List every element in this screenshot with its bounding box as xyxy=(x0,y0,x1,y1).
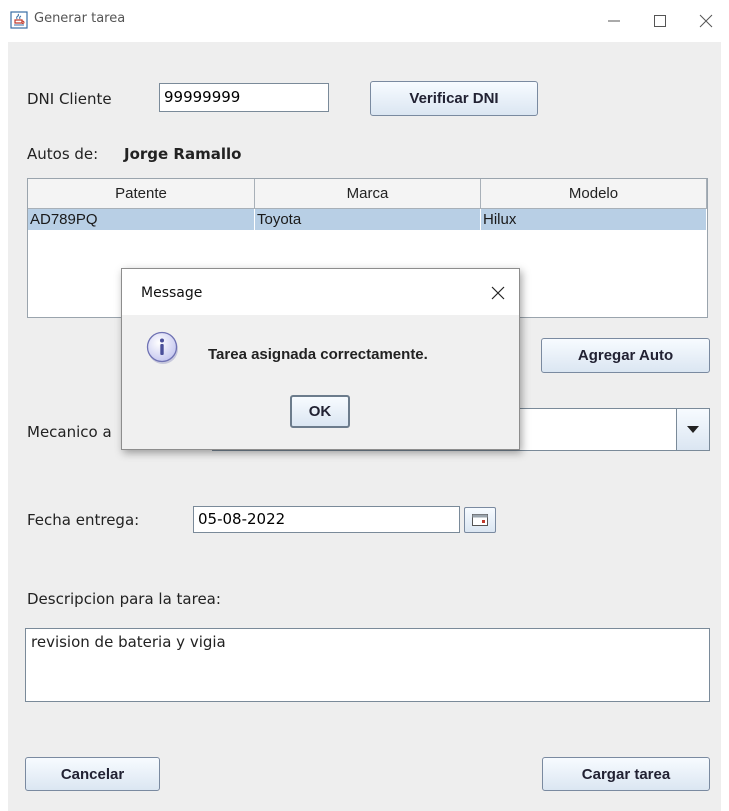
dialog-title: Message xyxy=(141,285,203,301)
close-icon xyxy=(699,14,713,28)
autos-label: Autos de: xyxy=(27,145,99,163)
column-header-modelo[interactable]: Modelo xyxy=(481,179,707,209)
close-icon xyxy=(491,286,505,300)
dialog-close-button[interactable] xyxy=(484,279,512,307)
message-dialog: Message Tarea asignada correctamente. OK xyxy=(121,268,520,450)
java-cup-icon xyxy=(10,11,28,29)
ok-button[interactable]: OK xyxy=(290,395,350,428)
minimize-icon xyxy=(608,20,620,22)
description-label: Descripcion para la tarea: xyxy=(27,590,221,608)
cell-modelo: Hilux xyxy=(481,209,707,230)
maximize-button[interactable] xyxy=(637,0,683,42)
add-car-button[interactable]: Agregar Auto xyxy=(541,338,710,373)
dialog-message: Tarea asignada correctamente. xyxy=(208,346,428,363)
minimize-button[interactable] xyxy=(591,0,637,42)
chevron-down-icon xyxy=(687,425,699,433)
dni-input[interactable]: 99999999 xyxy=(159,83,329,112)
info-icon xyxy=(146,331,180,365)
verify-dni-button[interactable]: Verificar DNI xyxy=(370,81,538,116)
cancel-button[interactable]: Cancelar xyxy=(25,757,160,791)
calendar-button[interactable] xyxy=(464,507,496,533)
mechanic-dropdown-button[interactable] xyxy=(676,408,710,451)
calendar-icon xyxy=(472,514,488,526)
maximize-icon xyxy=(654,15,666,27)
date-input[interactable]: 05-08-2022 xyxy=(193,506,460,533)
mechanic-label: Mecanico a xyxy=(27,423,112,441)
column-header-patente[interactable]: Patente xyxy=(28,179,255,209)
description-textarea[interactable]: revision de bateria y vigia xyxy=(25,628,710,702)
date-label: Fecha entrega: xyxy=(27,511,140,529)
submit-task-button[interactable]: Cargar tarea xyxy=(542,757,710,791)
table-row[interactable]: AD789PQ Toyota Hilux xyxy=(28,209,707,230)
dni-label: DNI Cliente xyxy=(27,90,112,108)
client-name: Jorge Ramallo xyxy=(124,145,242,163)
close-window-button[interactable] xyxy=(683,0,729,42)
window-title: Generar tarea xyxy=(34,11,126,26)
column-header-marca[interactable]: Marca xyxy=(255,179,481,209)
cell-patente: AD789PQ xyxy=(28,209,255,230)
cell-marca: Toyota xyxy=(255,209,481,230)
